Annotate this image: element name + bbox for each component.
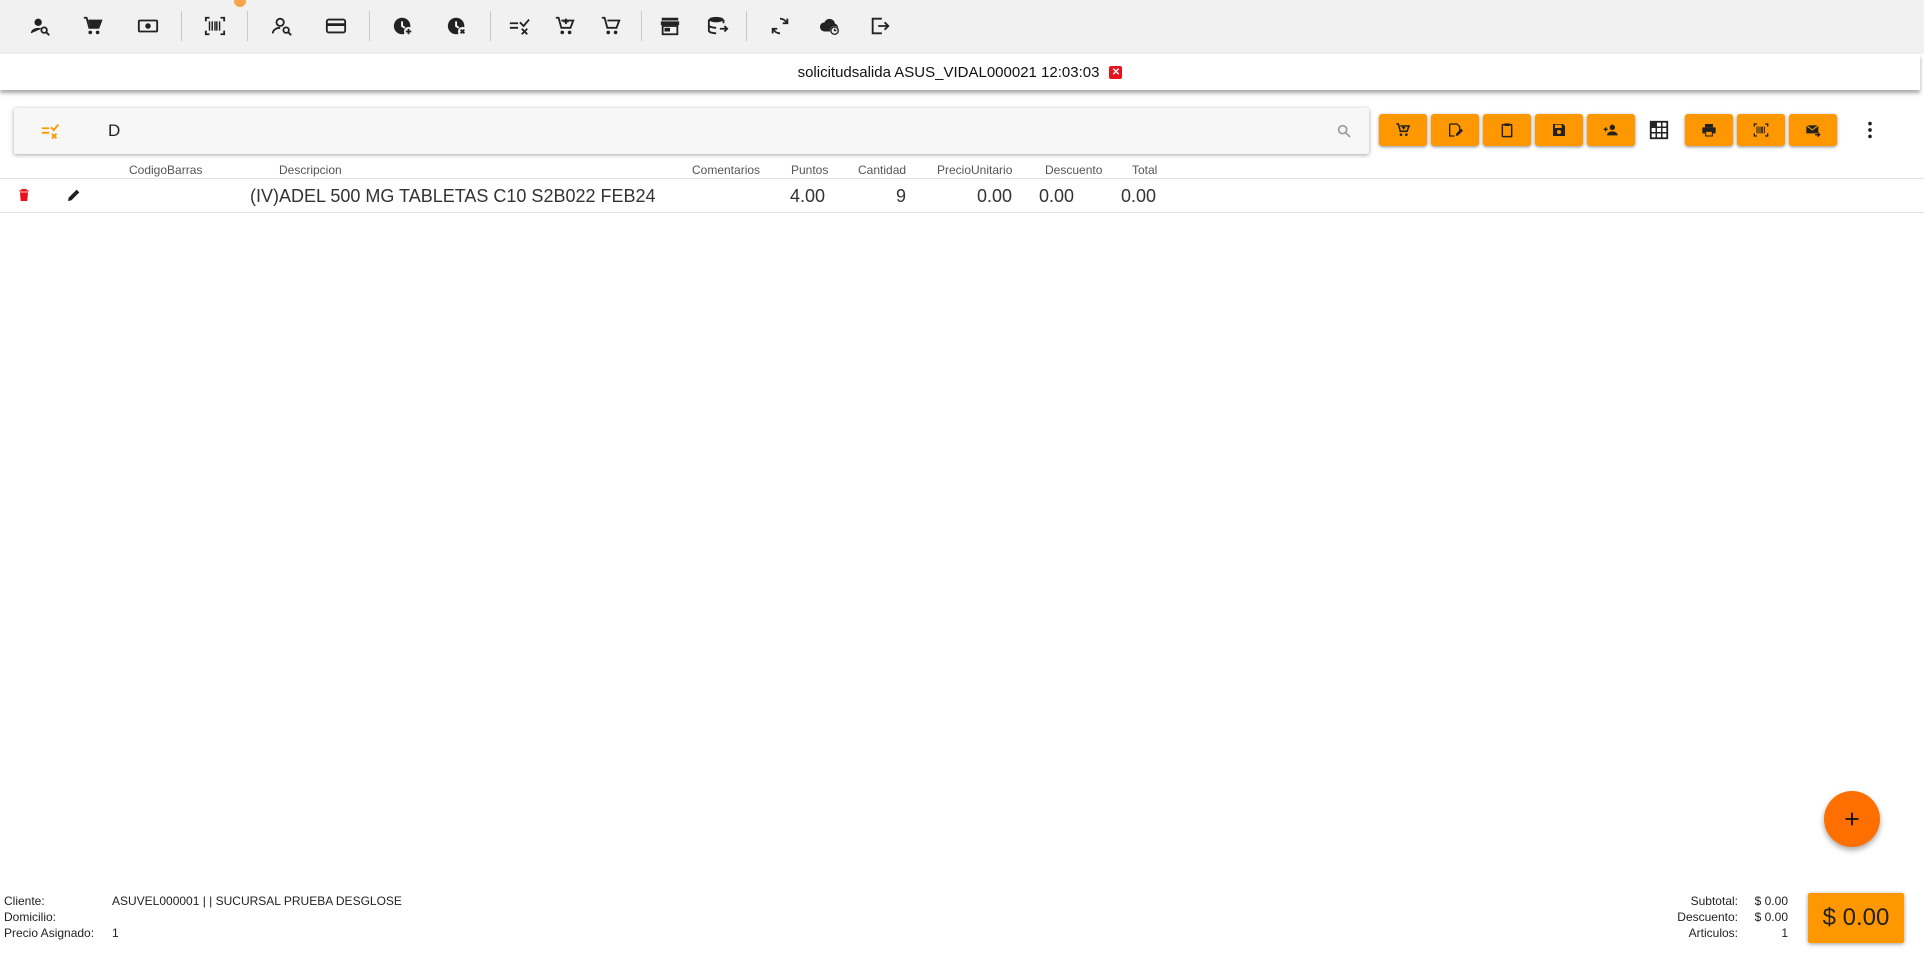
barcode-scan-icon (1753, 123, 1769, 137)
add-item-button[interactable] (1824, 791, 1880, 847)
user-search-icon[interactable] (262, 6, 302, 46)
column-header-comentarios: Comentarios (692, 163, 761, 177)
notification-badge (234, 0, 246, 7)
articulos-value: 1 (1781, 926, 1788, 940)
plus-icon (1845, 812, 1859, 826)
descuento-value: $ 0.00 (1754, 910, 1788, 924)
toolbar-separator (181, 11, 182, 41)
search-icon[interactable] (1336, 123, 1352, 139)
precio-asignado-label: Precio Asignado: (4, 926, 95, 940)
column-header-codigobarras: CodigoBarras (129, 163, 203, 177)
column-header-total: Total (1132, 163, 1158, 177)
toolbar-separator (369, 11, 370, 41)
database-export-icon[interactable] (698, 6, 738, 46)
person-add-icon (1603, 124, 1618, 136)
product-search-panel (14, 108, 1369, 154)
spreadsheet-button[interactable] (1642, 114, 1676, 146)
spreadsheet-icon (1649, 120, 1669, 140)
print-button[interactable] (1685, 114, 1733, 146)
sync-icon[interactable] (760, 6, 800, 46)
cart-arrow-icon[interactable] (591, 6, 631, 46)
cash-icon[interactable] (128, 6, 168, 46)
total-checkout-button[interactable]: $ 0.00 (1808, 893, 1904, 943)
cart-icon[interactable] (73, 6, 113, 46)
toolbar-separator (746, 11, 747, 41)
list-check-icon[interactable] (40, 120, 62, 142)
barcode-scan-icon[interactable] (195, 6, 235, 46)
cell-total: 0.00 (1121, 186, 1157, 206)
edit-note-button[interactable] (1431, 114, 1479, 146)
domicilio-label: Domicilio: (4, 910, 57, 924)
cell-descuento: 0.00 (1039, 186, 1075, 206)
toolbar-separator (490, 11, 491, 41)
more-options-button[interactable] (1853, 114, 1887, 146)
session-title-bar: solicitudsalida ASUS_VIDAL000021 12:03:0… (0, 54, 1920, 90)
credit-card-icon[interactable] (316, 6, 356, 46)
cliente-value: ASUVEL000001 | | SUCURSAL PRUEBA DESGLOS… (112, 894, 402, 908)
column-header-preciounitario: PrecioUnitario (937, 163, 1013, 177)
edit-icon[interactable] (66, 187, 82, 203)
subtotal-value: $ 0.00 (1754, 894, 1788, 908)
close-session-button[interactable]: ✕ (1109, 65, 1123, 79)
column-header-puntos: Puntos (791, 163, 829, 177)
clock-cancel-icon[interactable] (437, 6, 477, 46)
cell-preciounitario: 0.00 (977, 186, 1013, 206)
cliente-label: Cliente: (4, 894, 45, 908)
table-row[interactable]: (IV)ADEL 500 MG TABLETAS C10 S2B022 FEB2… (0, 178, 1924, 213)
articulos-label: Articulos: (1688, 926, 1738, 940)
user-search-icon[interactable] (20, 6, 60, 46)
mail-send-icon (1806, 124, 1821, 138)
cloud-clock-icon[interactable] (810, 6, 850, 46)
store-icon[interactable] (650, 6, 690, 46)
clock-plus-icon[interactable] (383, 6, 423, 46)
column-header-cantidad: Cantidad (858, 163, 907, 177)
subtotal-label: Subtotal: (1690, 894, 1738, 908)
cell-puntos: 4.00 (790, 186, 826, 206)
barcode-button[interactable] (1737, 114, 1785, 146)
toolbar-separator (247, 11, 248, 41)
precio-asignado-value: 1 (112, 926, 119, 940)
delete-icon[interactable] (16, 187, 32, 203)
list-check-icon[interactable] (499, 6, 539, 46)
logout-icon[interactable] (860, 6, 900, 46)
session-title: solicitudsalida ASUS_VIDAL000021 12:03:0… (797, 63, 1100, 81)
save-button[interactable] (1535, 114, 1583, 146)
print-icon (1702, 124, 1716, 137)
product-search-input[interactable] (102, 117, 1334, 145)
clipboard-icon (1501, 123, 1513, 138)
assign-client-button[interactable] (1587, 114, 1635, 146)
cell-cantidad: 9 (896, 186, 907, 206)
column-header-descripcion: Descripcion (279, 163, 342, 177)
cell-descripcion: (IV)ADEL 500 MG TABLETAS C10 S2B022 FEB2… (250, 186, 656, 206)
top-toolbar (0, 0, 1924, 54)
edit-note-icon (1449, 123, 1463, 137)
cart-icon (1396, 123, 1411, 136)
descuento-label: Descuento: (1677, 910, 1738, 924)
save-icon (1553, 124, 1565, 136)
cart-plus-icon[interactable] (545, 6, 585, 46)
column-header-descuento: Descuento (1045, 163, 1103, 177)
toolbar-separator (641, 11, 642, 41)
cart-button[interactable] (1379, 114, 1427, 146)
more-vertical-icon (1868, 121, 1872, 139)
send-mail-button[interactable] (1789, 114, 1837, 146)
clipboard-button[interactable] (1483, 114, 1531, 146)
